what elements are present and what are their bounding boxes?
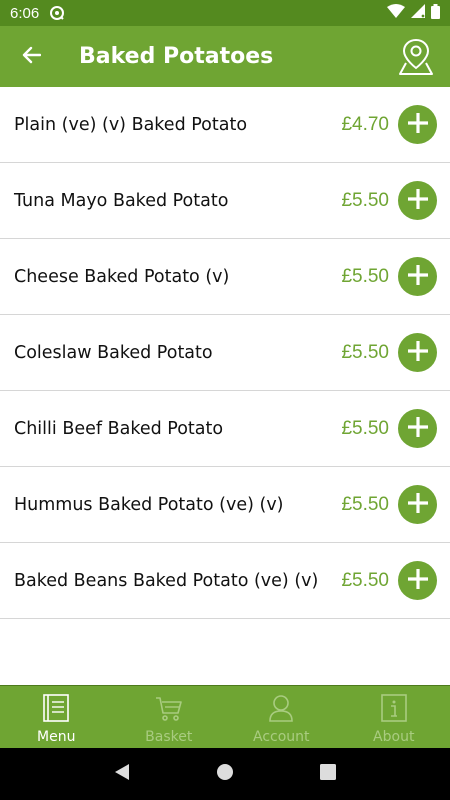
menu-item-row[interactable]: Coleslaw Baked Potato £5.50 [0, 315, 450, 391]
nav-label: Account [252, 729, 310, 745]
status-bar: 6:06 [0, 0, 450, 26]
plus-icon [406, 491, 430, 519]
menu-item-name: Coleslaw Baked Potato [14, 342, 213, 363]
square-recents-icon [320, 764, 337, 784]
nav-label: Menu [37, 729, 76, 745]
back-button[interactable] [0, 26, 62, 87]
menu-item-name: Hummus Baked Potato (ve) (v) [14, 494, 284, 515]
add-to-basket-button[interactable] [398, 409, 437, 448]
triangle-back-icon [113, 763, 131, 785]
plus-icon [406, 567, 430, 595]
menu-item-name: Tuna Mayo Baked Potato [14, 190, 229, 211]
menu-item-row[interactable]: Cheese Baked Potato (v) £5.50 [0, 239, 450, 315]
system-home-button[interactable] [205, 754, 245, 794]
status-time: 6:06 [10, 4, 40, 22]
menu-item-name: Cheese Baked Potato (v) [14, 266, 230, 287]
cart-icon [155, 694, 183, 726]
circle-home-icon [216, 763, 234, 785]
menu-item-price: £5.50 [341, 417, 389, 439]
info-icon [380, 694, 408, 726]
plus-icon [406, 187, 430, 215]
app-bar: Baked Potatoes [0, 26, 450, 87]
nav-label: Basket [145, 729, 193, 745]
nav-item-basket[interactable]: Basket [113, 686, 226, 748]
wifi-icon [387, 4, 405, 22]
menu-list: Plain (ve) (v) Baked Potato £4.70 Tuna M… [0, 87, 450, 619]
menu-item-row[interactable]: Chilli Beef Baked Potato £5.50 [0, 391, 450, 467]
menu-item-price: £5.50 [341, 569, 389, 591]
page-title: Baked Potatoes [79, 44, 274, 69]
plus-icon [406, 415, 430, 443]
system-recents-button[interactable] [308, 754, 348, 794]
add-to-basket-button[interactable] [398, 561, 437, 600]
nav-item-about[interactable]: About [338, 686, 450, 748]
menu-item-name: Baked Beans Baked Potato (ve) (v) [14, 570, 319, 591]
notification-icon [49, 5, 65, 21]
plus-icon [406, 111, 430, 139]
person-icon [267, 694, 295, 726]
plus-icon [406, 339, 430, 367]
location-button[interactable] [396, 36, 436, 76]
map-pin-icon [396, 38, 436, 80]
bottom-nav: Menu Basket Account About [0, 685, 450, 748]
menu-item-row[interactable]: Hummus Baked Potato (ve) (v) £5.50 [0, 467, 450, 543]
add-to-basket-button[interactable] [398, 485, 437, 524]
menu-item-price: £4.70 [341, 113, 389, 135]
book-icon [42, 694, 70, 726]
menu-item-name: Plain (ve) (v) Baked Potato [14, 114, 248, 135]
system-back-button[interactable] [102, 754, 142, 794]
add-to-basket-button[interactable] [398, 181, 437, 220]
menu-item-row[interactable]: Baked Beans Baked Potato (ve) (v) £5.50 [0, 543, 450, 619]
system-nav-bar [0, 748, 450, 800]
add-to-basket-button[interactable] [398, 257, 437, 296]
nav-label: About [373, 729, 415, 745]
menu-item-price: £5.50 [341, 341, 389, 363]
menu-item-price: £5.50 [341, 189, 389, 211]
nav-item-account[interactable]: Account [225, 686, 338, 748]
battery-icon [431, 3, 440, 23]
menu-item-name: Chilli Beef Baked Potato [14, 418, 224, 439]
add-to-basket-button[interactable] [398, 105, 437, 144]
signal-icon [411, 4, 425, 22]
menu-item-row[interactable]: Tuna Mayo Baked Potato £5.50 [0, 163, 450, 239]
nav-item-menu[interactable]: Menu [0, 686, 113, 748]
plus-icon [406, 263, 430, 291]
menu-item-price: £5.50 [341, 265, 389, 287]
menu-item-row[interactable]: Plain (ve) (v) Baked Potato £4.70 [0, 87, 450, 163]
arrow-back-icon [21, 46, 42, 68]
menu-item-price: £5.50 [341, 493, 389, 515]
add-to-basket-button[interactable] [398, 333, 437, 372]
